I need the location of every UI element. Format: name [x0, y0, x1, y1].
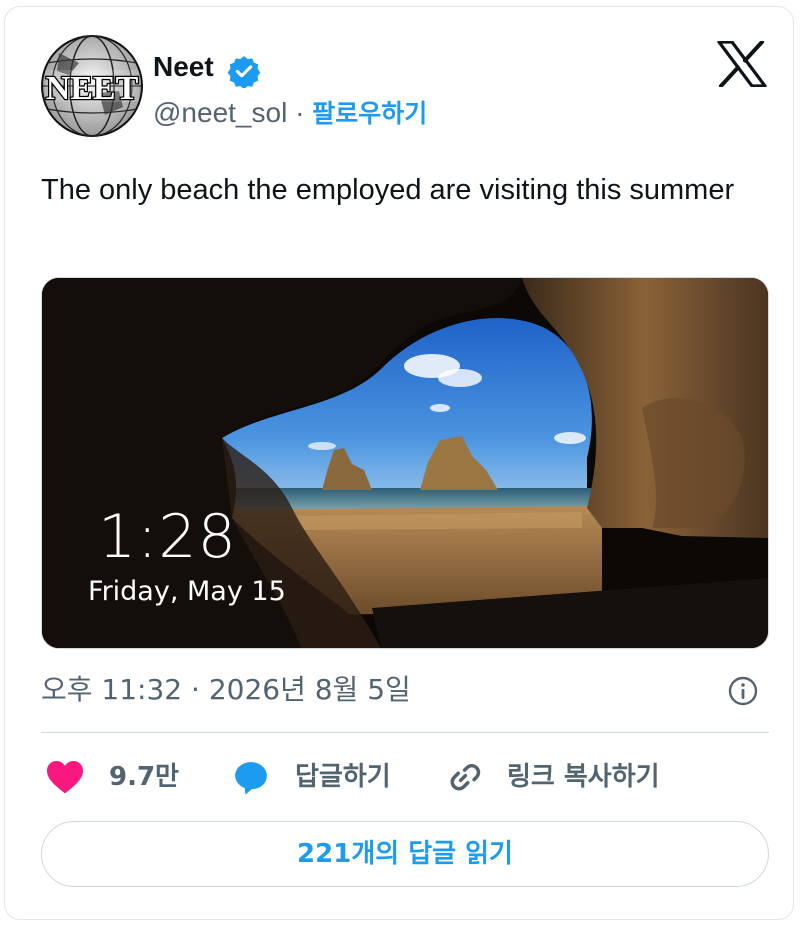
divider: [41, 732, 769, 733]
user-handle[interactable]: @neet_sol: [153, 97, 287, 128]
tweet-timestamp[interactable]: 오후 11:32 · 2026년 8월 5일: [41, 671, 411, 709]
info-icon[interactable]: [727, 675, 759, 707]
reply-label: 답글하기: [295, 762, 391, 792]
copy-link-button[interactable]: 링크 복사하기: [443, 755, 673, 799]
x-logo-icon[interactable]: [717, 41, 767, 87]
verified-badge-icon: [227, 56, 261, 88]
heart-icon: [47, 760, 83, 794]
reply-button[interactable]: 답글하기: [231, 755, 411, 799]
like-button[interactable]: 9.7만: [41, 755, 191, 799]
display-name[interactable]: Neet: [153, 49, 214, 85]
neet-globe-avatar-icon: NEET: [39, 33, 145, 139]
read-replies-button[interactable]: 221개의 답글 읽기: [41, 821, 769, 887]
copy-link-label: 링크 복사하기: [507, 762, 660, 792]
tweet-embed-card: NEET Neet @neet_sol · 팔로우하기 The only bea…: [4, 6, 794, 920]
lockscreen-date: Friday, May 15: [88, 576, 286, 607]
tweet-media-image[interactable]: 1:28 Friday, May 15: [41, 277, 769, 649]
lockscreen-time: 1:28: [98, 502, 237, 572]
follow-button[interactable]: 팔로우하기: [312, 99, 427, 128]
svg-text:NEET: NEET: [46, 70, 139, 107]
link-icon: [450, 763, 481, 791]
like-count: 9.7만: [109, 762, 179, 792]
avatar[interactable]: NEET: [39, 33, 145, 139]
tweet-text: The only beach the employed are visiting…: [41, 174, 735, 206]
separator: ·: [287, 97, 313, 128]
handle-row: @neet_sol · 팔로우하기: [153, 95, 427, 132]
speech-bubble-icon: [235, 762, 267, 795]
